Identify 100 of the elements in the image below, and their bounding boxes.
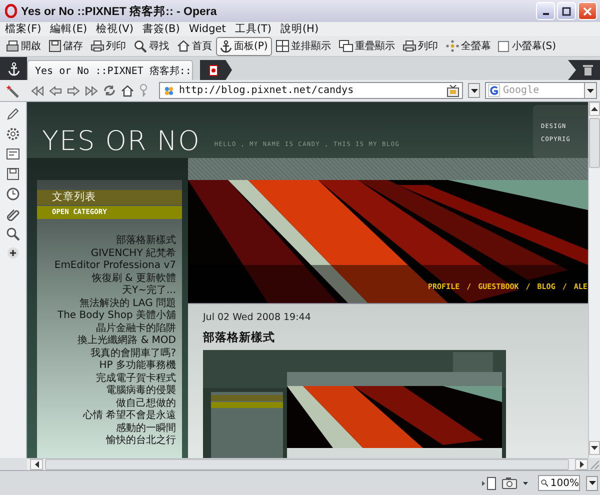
dropdown-button[interactable]	[584, 83, 596, 98]
menu-item[interactable]: Widget	[188, 23, 226, 35]
toolbar-button[interactable]: 首頁	[173, 36, 216, 56]
fast-forward-icon[interactable]	[85, 86, 98, 96]
toolbar-button[interactable]: 面板(P)	[216, 36, 272, 56]
article-link[interactable]: 晶片金融卡的陷阱	[96, 322, 176, 335]
article-link[interactable]: 我真的會開車了嗎?	[90, 348, 176, 360]
resize-grip-icon[interactable]	[588, 458, 600, 470]
cascade-windows-icon	[338, 40, 353, 52]
article-link[interactable]: 完成電子賀卡程式	[96, 372, 176, 385]
address-field[interactable]: http://blog.pixnet.net/candys	[159, 82, 463, 99]
trash-icon	[583, 64, 593, 76]
article-link[interactable]: EmEditor Professiona v7	[54, 260, 176, 272]
scroll-right-button[interactable]	[575, 459, 588, 470]
article-link[interactable]: 感動的一瞬間	[116, 422, 176, 435]
sidebar-heading: 文章列表	[37, 190, 182, 205]
tab-title: Yes or No ::PIXNET 痞客邦::	[35, 64, 192, 78]
article-link[interactable]: 電腦病毒的侵襲	[106, 385, 176, 398]
zoom-icon	[541, 477, 548, 489]
paperclip-icon[interactable]	[6, 207, 20, 221]
new-tab-button[interactable]	[200, 60, 232, 80]
toolbar-button[interactable]: 儲存	[45, 36, 87, 56]
menu-item[interactable]: 工具(T)	[234, 22, 272, 36]
toolbar-button[interactable]: 尋找	[130, 36, 173, 56]
anchor-icon	[220, 40, 232, 52]
zoom-field[interactable]: 100%	[538, 475, 580, 491]
add-icon[interactable]	[7, 247, 19, 259]
fullscreen-icon	[446, 40, 459, 52]
search-icon	[134, 40, 147, 52]
dropdown-button[interactable]	[586, 476, 598, 490]
document-icon	[208, 64, 218, 76]
post-title[interactable]: 部落格新樣式	[203, 330, 275, 345]
open-icon	[6, 40, 19, 52]
minimize-icon	[542, 13, 548, 15]
caret-icon	[588, 481, 596, 485]
article-link[interactable]: GIVENCHY 紀梵希	[90, 248, 176, 260]
down-arrow-icon	[591, 446, 598, 450]
search-icon[interactable]	[6, 227, 20, 241]
toolbar-button[interactable]: 全螢幕	[442, 36, 495, 56]
page-icon[interactable]	[482, 476, 496, 490]
article-link[interactable]: HP 多功能事務機	[99, 360, 176, 372]
close-icon	[583, 6, 592, 16]
menu-item[interactable]: 編輯(E)	[50, 22, 88, 36]
article-link[interactable]: 恢復刷 & 更新軟體	[92, 272, 176, 285]
opera-logo-icon	[5, 4, 17, 18]
toolbar-button[interactable]: 列印	[398, 36, 442, 56]
article-link[interactable]: 換上光纖網路 & MOD	[78, 335, 176, 348]
checkbox-label: 小螢幕(S)	[512, 40, 556, 53]
vertical-scrollbar[interactable]	[588, 102, 600, 458]
menu-item[interactable]: 書簽(B)	[142, 22, 180, 36]
home-icon[interactable]	[121, 84, 134, 96]
forward-icon[interactable]	[67, 86, 80, 96]
menu-item[interactable]: 檢視(V)	[96, 22, 134, 36]
toolbar-button[interactable]: 重疊顯示	[334, 36, 399, 56]
tile-windows-icon	[276, 40, 289, 52]
toolbar-button[interactable]: 列印	[87, 36, 130, 56]
rewind-icon[interactable]	[31, 86, 44, 96]
maximize-icon	[562, 6, 571, 16]
search-field[interactable]: Google	[503, 85, 581, 96]
notes-icon[interactable]	[6, 147, 20, 161]
menu-item[interactable]: 說明(H)	[280, 22, 319, 36]
toolbar-button[interactable]: 並排顯示	[272, 36, 335, 56]
menu-item[interactable]: 檔案(F)	[5, 22, 42, 36]
settings-icon[interactable]	[6, 127, 20, 141]
maximize-button[interactable]	[557, 2, 576, 20]
browser-tab[interactable]: Yes or No ::PIXNET 痞客邦::	[27, 60, 193, 80]
up-arrow-icon	[591, 107, 598, 111]
back-icon[interactable]	[49, 86, 62, 96]
panel-toggle-button[interactable]	[0, 57, 27, 80]
camera-icon[interactable]	[502, 477, 517, 489]
post-date: Jul 02 Wed 2008 19:44	[203, 312, 311, 323]
reload-icon[interactable]	[103, 84, 116, 97]
scroll-left-button[interactable]	[30, 459, 43, 470]
window-title: Yes or No ::PIXNET 痞客邦:: - Opera	[21, 4, 217, 18]
right-arrow-icon	[580, 461, 584, 468]
clock-icon[interactable]	[6, 187, 20, 201]
scroll-up-button[interactable]	[589, 102, 600, 116]
toolbar-button[interactable]: 開啟	[2, 36, 45, 56]
minimize-button[interactable]	[536, 2, 555, 20]
magic-wand-icon[interactable]	[6, 84, 20, 98]
trash-button[interactable]	[568, 60, 600, 80]
article-link[interactable]: The Body Shop 美體小舖	[57, 310, 176, 322]
article-link[interactable]: 天Y~完了...	[122, 285, 176, 298]
printer-icon	[91, 40, 104, 52]
checkbox[interactable]	[498, 40, 509, 52]
scrollbar-thumb[interactable]	[589, 118, 600, 168]
search-box[interactable]: Google	[485, 82, 597, 99]
scroll-down-button[interactable]	[589, 441, 600, 455]
tv-icon[interactable]	[447, 84, 459, 96]
caret-icon[interactable]	[523, 482, 528, 484]
google-logo-icon	[488, 84, 500, 97]
dropdown-button[interactable]	[468, 83, 480, 98]
article-link[interactable]: 做自己想做的	[116, 398, 176, 410]
article-link[interactable]: 無法解決的 LAG 問題	[79, 298, 176, 310]
pencil-icon[interactable]	[6, 107, 20, 121]
blog-logo[interactable]: YES OR NO	[42, 128, 200, 155]
favicon-icon	[163, 84, 175, 96]
article-link[interactable]: 心情 希望不會是永遠	[82, 410, 176, 422]
close-button[interactable]	[578, 2, 597, 20]
article-link[interactable]: 愉快的台北之行	[106, 435, 176, 448]
